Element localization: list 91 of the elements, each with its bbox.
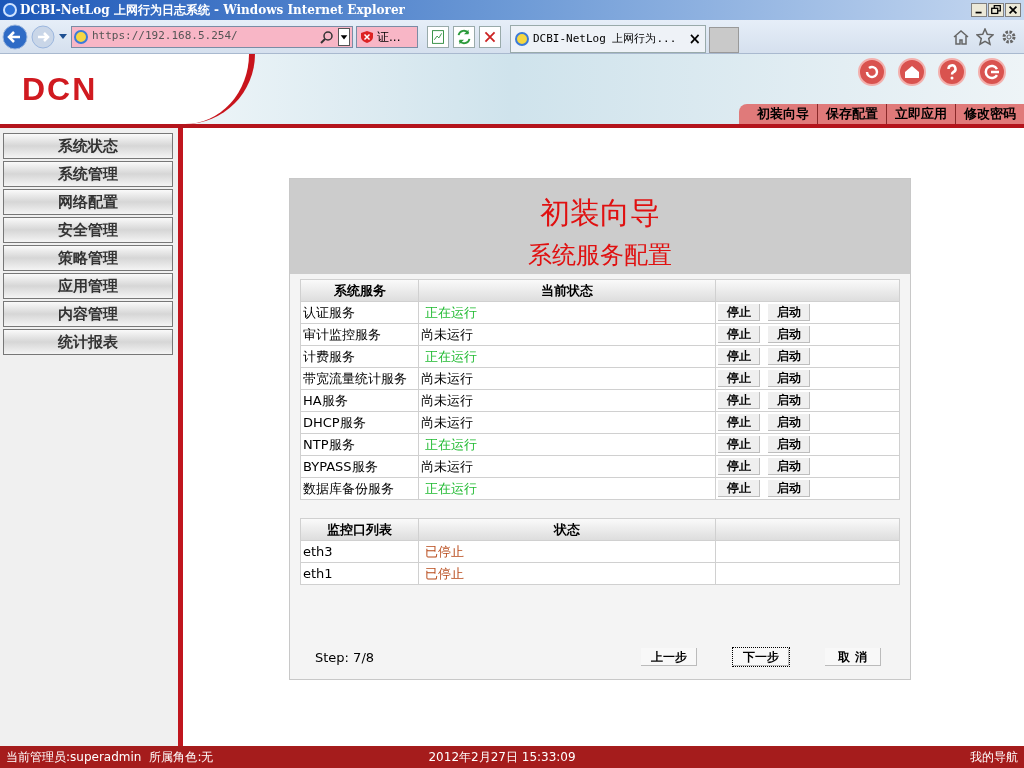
back-icon[interactable] [2, 23, 28, 50]
status-cell: 尚未运行 [418, 411, 716, 434]
sidebar-item[interactable]: 策略管理 [3, 245, 173, 271]
sidebar-item[interactable]: 应用管理 [3, 273, 173, 299]
stop-button[interactable]: 停止 [718, 370, 760, 387]
current-role: 所属角色:无 [149, 749, 214, 766]
table-cell: eth1 [300, 562, 419, 585]
dropdown-icon[interactable] [338, 27, 350, 46]
status-cell: 正在运行 [418, 345, 716, 368]
logo: DCN [22, 70, 98, 109]
table-cell: BYPASS服务 [300, 455, 419, 478]
wizard-subtitle: 系统服务配置 [528, 240, 672, 271]
table-cell: eth3 [300, 540, 419, 563]
stop-button[interactable]: 停止 [718, 414, 760, 431]
sidebar-item[interactable]: 内容管理 [3, 301, 173, 327]
certificate-label: 证... [377, 28, 401, 46]
step-indicator: Step: 7/8 [315, 648, 375, 667]
status-cell: 已停止 [418, 540, 716, 563]
table-cell: DHCP服务 [300, 411, 419, 434]
close-icon[interactable] [1005, 3, 1021, 17]
table-cell: 计费服务 [300, 345, 419, 368]
status-cell: 尚未运行 [418, 389, 716, 412]
stop-button[interactable]: 停止 [718, 392, 760, 409]
my-navigation-link[interactable]: 我的导航 [970, 748, 1018, 766]
star-icon[interactable] [976, 27, 994, 46]
help-icon[interactable] [938, 58, 966, 86]
start-button[interactable]: 启动 [768, 392, 810, 409]
status-cell: 正在运行 [418, 301, 716, 324]
start-button[interactable]: 启动 [768, 304, 810, 321]
column-header: 系统服务 [300, 279, 419, 302]
browser-tab[interactable]: DCBI-NetLog 上网行为... × [510, 25, 706, 53]
home-icon[interactable] [898, 58, 926, 86]
start-button[interactable]: 启动 [768, 326, 810, 343]
column-header: 监控口列表 [300, 518, 419, 541]
status-cell: 尚未运行 [418, 367, 716, 390]
stop-button[interactable]: 停止 [718, 458, 760, 475]
window-title: DCBI-NetLog 上网行为日志系统 - Windows Internet Explorer [20, 2, 405, 19]
tab-title: DCBI-NetLog 上网行为... [533, 30, 677, 47]
column-header: 当前状态 [418, 279, 716, 302]
current-admin: 当前管理员:superadmin [6, 749, 142, 766]
wizard-button[interactable]: 下一步 [733, 648, 789, 667]
home-icon[interactable] [952, 27, 970, 46]
dropdown-icon[interactable] [58, 32, 68, 41]
wizard-title: 初装向导 [540, 195, 660, 231]
table-cell: HA服务 [300, 389, 419, 412]
header-link[interactable]: 初装向导 [749, 104, 817, 124]
refresh-icon[interactable] [453, 25, 475, 48]
start-button[interactable]: 启动 [768, 458, 810, 475]
wizard-button[interactable]: 上一步 [641, 648, 697, 667]
address-text: https://192.168.5.254/ [92, 28, 238, 45]
stop-button[interactable]: 停止 [718, 348, 760, 365]
table-cell: 审计监控服务 [300, 323, 419, 346]
stop-button[interactable]: 停止 [718, 480, 760, 497]
certificate-error-button[interactable]: 证... [356, 25, 418, 48]
sidebar-item[interactable]: 安全管理 [3, 217, 173, 243]
stop-button[interactable]: 停止 [718, 326, 760, 343]
start-button[interactable]: 启动 [768, 414, 810, 431]
stop-button[interactable]: 停止 [718, 304, 760, 321]
start-button[interactable]: 启动 [768, 348, 810, 365]
tab-close[interactable]: × [688, 27, 701, 51]
search-icon[interactable] [320, 29, 334, 44]
table-cell: 认证服务 [300, 301, 419, 324]
status-cell: 尚未运行 [418, 455, 716, 478]
status-cell: 正在运行 [418, 477, 716, 500]
header-link[interactable]: 保存配置 [817, 104, 886, 124]
logout-icon[interactable] [978, 58, 1006, 86]
wizard-button[interactable]: 取 消 [825, 648, 881, 667]
start-button[interactable]: 启动 [768, 480, 810, 497]
header-link[interactable]: 修改密码 [955, 104, 1024, 124]
header-link[interactable]: 立即应用 [886, 104, 955, 124]
sidebar-item[interactable]: 系统管理 [3, 161, 173, 187]
table-cell: 带宽流量统计服务 [300, 367, 419, 390]
status-cell: 正在运行 [418, 433, 716, 456]
status-cell: 尚未运行 [418, 323, 716, 346]
column-header: 状态 [418, 518, 716, 541]
shield-icon [360, 29, 374, 44]
refresh-icon[interactable] [858, 58, 886, 86]
table-cell: 数据库备份服务 [300, 477, 419, 500]
address-field[interactable]: https://192.168.5.254/ [71, 25, 353, 48]
minimize-icon[interactable] [971, 3, 987, 17]
table-cell: NTP服务 [300, 433, 419, 456]
sidebar-item[interactable]: 统计报表 [3, 329, 173, 355]
status-cell: 已停止 [418, 562, 716, 585]
sidebar-item[interactable]: 系统状态 [3, 133, 173, 159]
restore-icon[interactable] [988, 3, 1004, 17]
start-button[interactable]: 启动 [768, 436, 810, 453]
stop-button[interactable]: 停止 [718, 436, 760, 453]
start-button[interactable]: 启动 [768, 370, 810, 387]
sidebar-item[interactable]: 网络配置 [3, 189, 173, 215]
stop-icon[interactable] [479, 25, 501, 48]
datetime: 2012年2月27日 15:33:09 [428, 749, 576, 766]
